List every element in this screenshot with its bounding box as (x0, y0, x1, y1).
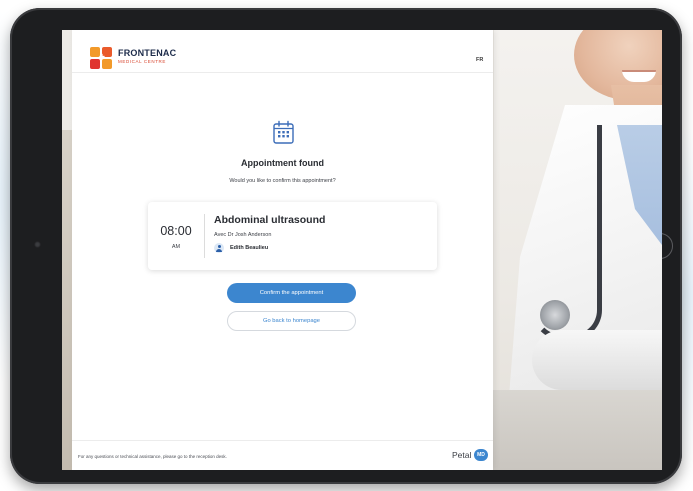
tablet-frame: + FRONTENAC MEDICAL CENTRE FR Appointmen… (10, 8, 682, 484)
page-title: Appointment found (241, 158, 324, 168)
brand-subtitle: MEDICAL CENTRE (118, 59, 166, 64)
user-icon (214, 243, 224, 253)
calendar-icon (273, 120, 294, 144)
petal-md-badge: MD (474, 449, 488, 461)
brand-name: FRONTENAC (118, 48, 177, 58)
app-panel: + FRONTENAC MEDICAL CENTRE FR Appointmen… (72, 30, 493, 470)
appointment-service: Abdominal ultrasound (214, 214, 326, 226)
appointment-time: 08:00 (160, 224, 192, 238)
back-to-homepage-button[interactable]: Go back to homepage (227, 311, 356, 331)
petal-brand: Petal (452, 450, 472, 460)
app-footer: For any questions or technical assistanc… (72, 440, 493, 470)
tablet-screen: + FRONTENAC MEDICAL CENTRE FR Appointmen… (62, 30, 662, 470)
confirm-question: Would you like to confirm this appointme… (229, 178, 336, 184)
clinic-logo-icon: + (90, 47, 114, 69)
camera-icon (34, 241, 41, 248)
language-toggle[interactable]: FR (476, 57, 483, 63)
appointment-ampm: AM (171, 244, 181, 250)
footer-help-text: For any questions or technical assistanc… (78, 454, 227, 459)
divider (204, 214, 205, 258)
app-header: + FRONTENAC MEDICAL CENTRE FR (72, 30, 493, 73)
confirm-appointment-button[interactable]: Confirm the appointment (227, 283, 356, 303)
patient-name: Edith Beaulieu (230, 245, 269, 251)
appointment-card: 08:00 AM Abdominal ultrasound Avec Dr Jo… (148, 202, 437, 270)
appointment-doctor: Avec Dr Josh Anderson (214, 232, 272, 238)
